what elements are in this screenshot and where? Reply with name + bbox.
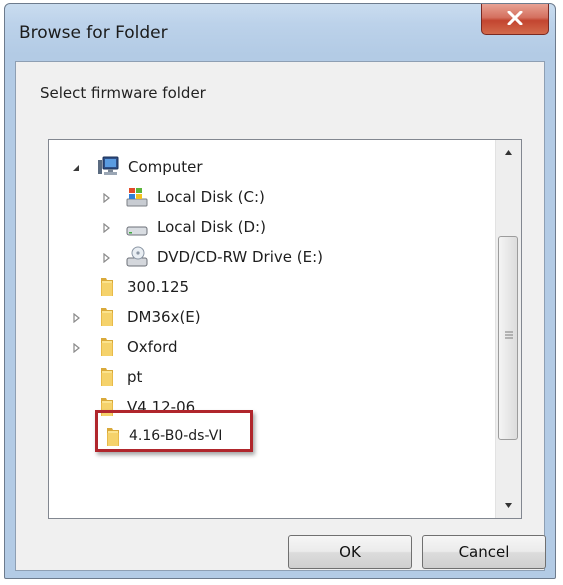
folder-icon xyxy=(101,368,113,386)
tree-item-label: 300.125 xyxy=(127,278,190,296)
tree-item-label: Local Disk (D:) xyxy=(157,218,266,236)
collapsed-arrow-icon[interactable] xyxy=(71,313,81,323)
title-bar[interactable]: Browse for Folder xyxy=(5,4,555,62)
tree-item-label: Oxford xyxy=(127,338,178,356)
dialog-body: Select firmware folder Computer Local Di… xyxy=(15,61,546,571)
tree-item-label: Computer xyxy=(128,158,203,176)
scroll-up-button[interactable] xyxy=(496,140,521,166)
vertical-scrollbar[interactable] xyxy=(495,140,521,518)
expanded-arrow-icon[interactable] xyxy=(71,163,81,173)
scroll-down-arrow-icon xyxy=(505,503,512,508)
close-icon xyxy=(507,11,523,25)
folder-icon xyxy=(101,308,113,326)
folder-icon xyxy=(101,278,113,296)
scroll-thumb[interactable] xyxy=(498,236,518,440)
windows-drive-icon xyxy=(126,188,148,207)
tree-item-label: Local Disk (C:) xyxy=(157,188,265,206)
grip-icon xyxy=(505,331,513,339)
tree-item-label: DM36x(E) xyxy=(127,308,201,326)
collapsed-arrow-icon[interactable] xyxy=(101,193,111,203)
dialog-prompt: Select firmware folder xyxy=(40,84,206,102)
drive-icon xyxy=(126,226,148,236)
cancel-button[interactable]: Cancel xyxy=(422,535,546,569)
dvd-drive-icon xyxy=(126,246,148,267)
folder-icon xyxy=(107,428,119,446)
folder-icon xyxy=(101,398,113,416)
browse-folder-dialog: Browse for Folder Select firmware folder xyxy=(4,3,556,579)
collapsed-arrow-icon[interactable] xyxy=(71,343,81,353)
ok-button[interactable]: OK xyxy=(288,535,412,569)
collapsed-arrow-icon[interactable] xyxy=(101,223,111,233)
dialog-title: Browse for Folder xyxy=(19,23,168,43)
close-button[interactable] xyxy=(481,4,549,35)
collapsed-arrow-icon[interactable] xyxy=(101,253,111,263)
folder-tree[interactable]: Computer Local Disk (C:) Local Disk (D:)… xyxy=(48,139,522,519)
tree-item-label: DVD/CD-RW Drive (E:) xyxy=(157,248,323,266)
tree-item-label: 4.16-B0-ds-VI xyxy=(129,428,223,444)
folder-icon xyxy=(101,338,113,356)
tree-item-label: pt xyxy=(127,368,143,386)
scroll-up-arrow-icon xyxy=(505,150,512,155)
computer-icon xyxy=(98,156,119,175)
tree-item-label: V4.12-06 xyxy=(127,398,196,416)
scroll-down-button[interactable] xyxy=(496,492,521,518)
